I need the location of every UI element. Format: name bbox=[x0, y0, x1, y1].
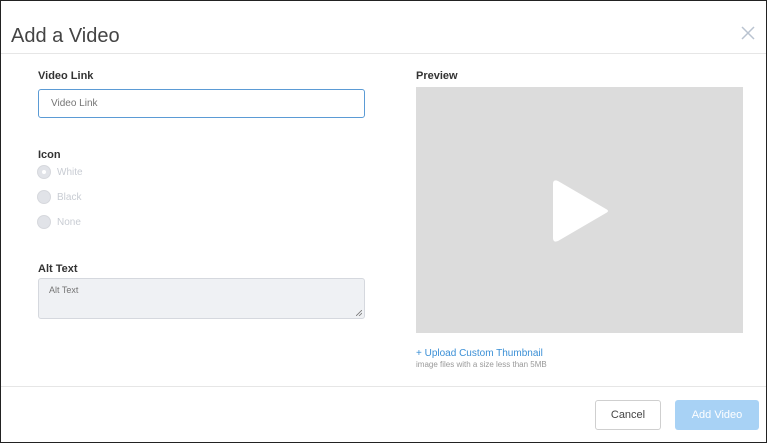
close-icon[interactable] bbox=[738, 23, 758, 43]
video-link-label: Video Link bbox=[38, 70, 94, 82]
video-preview bbox=[416, 87, 743, 333]
add-video-button[interactable]: Add Video bbox=[675, 400, 759, 430]
radio-black[interactable] bbox=[37, 190, 51, 204]
modal-footer: Cancel Add Video bbox=[1, 386, 766, 442]
alt-text-wrapper bbox=[38, 278, 365, 319]
add-video-modal: Add a Video Video Link Icon White Black … bbox=[0, 0, 767, 443]
cancel-button[interactable]: Cancel bbox=[595, 400, 661, 430]
icon-option-none[interactable]: None bbox=[37, 214, 81, 230]
play-icon bbox=[553, 180, 608, 242]
icon-label: Icon bbox=[38, 149, 61, 161]
resize-grip-icon[interactable] bbox=[356, 310, 362, 316]
radio-white-label: White bbox=[57, 166, 83, 178]
radio-black-label: Black bbox=[57, 191, 82, 203]
icon-option-black[interactable]: Black bbox=[37, 189, 81, 205]
video-link-input[interactable] bbox=[38, 89, 365, 118]
upload-thumbnail-link[interactable]: + Upload Custom Thumbnail bbox=[416, 348, 543, 359]
alt-text-label: Alt Text bbox=[38, 263, 78, 275]
upload-hint: image files with a size less than 5MB bbox=[416, 360, 547, 369]
preview-label: Preview bbox=[416, 70, 458, 82]
radio-none[interactable] bbox=[37, 215, 51, 229]
alt-text-input[interactable] bbox=[38, 278, 365, 319]
modal-title: Add a Video bbox=[11, 25, 120, 47]
radio-none-label: None bbox=[57, 216, 81, 228]
modal-header: Add a Video bbox=[1, 1, 766, 54]
icon-option-white[interactable]: White bbox=[37, 164, 83, 180]
radio-white[interactable] bbox=[37, 165, 51, 179]
